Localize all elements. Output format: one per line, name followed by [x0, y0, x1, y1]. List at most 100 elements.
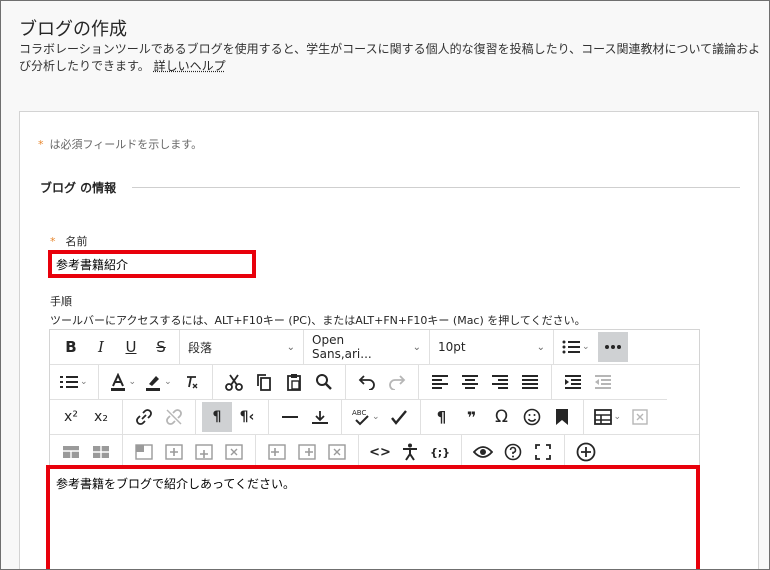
rtl-direction-button[interactable]: ¶‹ [232, 402, 262, 432]
paragraph-format-dropdown[interactable]: 段落 ⌄ [180, 330, 304, 364]
spellcheck-button[interactable]: ABC ⌄ [348, 402, 384, 432]
column-insert-after-icon [298, 444, 316, 460]
more-options-button[interactable] [597, 332, 628, 362]
paragraph-mark-button[interactable]: ¶ [427, 402, 457, 432]
outdent-button[interactable] [588, 367, 618, 397]
page-title: ブログの作成 [19, 19, 127, 40]
find-button[interactable] [309, 367, 339, 397]
ltr-direction-button[interactable]: ¶ [202, 402, 232, 432]
table-cell-icon [93, 446, 109, 458]
redo-icon [388, 375, 405, 390]
insert-column-before-button[interactable] [262, 437, 292, 467]
italic-button[interactable]: I [86, 332, 116, 362]
horizontal-line-button[interactable] [275, 402, 305, 432]
font-family-dropdown[interactable]: Open Sans,ari... ⌄ [304, 330, 430, 364]
bookmark-button[interactable] [547, 402, 577, 432]
remove-link-button[interactable] [159, 402, 189, 432]
chevron-down-icon: ⌄ [412, 341, 421, 353]
chevron-down-icon: ⌄ [536, 341, 545, 353]
script-group: x² x₂ [50, 400, 123, 434]
clear-formatting-button[interactable] [176, 367, 206, 397]
name-input[interactable] [48, 250, 256, 278]
horizontal-rule-icon [282, 416, 298, 418]
table-properties-button[interactable] [56, 437, 86, 467]
insert-line-group [269, 400, 342, 434]
bullet-list-button[interactable]: ⌄ [558, 332, 594, 362]
highlight-color-button[interactable]: ⌄ [140, 367, 176, 397]
redo-button[interactable] [382, 367, 412, 397]
accessibility-button[interactable] [395, 437, 425, 467]
page-description: コラボレーションツールであるブログを使用すると、学生がコースに関する個人的な復習… [19, 41, 761, 75]
help-button[interactable] [498, 437, 528, 467]
undo-button[interactable] [352, 367, 382, 397]
insert-anchor-button[interactable] [305, 402, 335, 432]
justify-button[interactable] [515, 367, 545, 397]
required-note: * は必須フィールドを示します。 [38, 136, 202, 152]
align-left-button[interactable] [425, 367, 455, 397]
numbered-list-icon [60, 376, 78, 388]
help-link[interactable]: 詳しいヘルプ [154, 59, 226, 73]
table-cell-props-button[interactable] [86, 437, 116, 467]
column-insert-before-icon [268, 444, 286, 460]
required-note-text: は必須フィールドを示します。 [49, 138, 203, 151]
text-color-button[interactable]: ⌄ [105, 367, 141, 397]
table-group: ⌄ [584, 400, 662, 434]
delete-column-button[interactable] [322, 437, 352, 467]
fullscreen-button[interactable] [528, 437, 558, 467]
page-description-text: コラボレーションツールであるブログを使用すると、学生がコースに関する個人的な復習… [19, 42, 761, 73]
superscript-button[interactable]: x² [56, 402, 86, 432]
special-character-button[interactable]: Ω [487, 402, 517, 432]
paragraph-mark-icon: ¶ [436, 408, 447, 426]
chevron-down-icon: ⌄ [372, 412, 380, 422]
special-chars-group: ¶ ❞ Ω [421, 400, 584, 434]
numbered-list-button[interactable]: ⌄ [56, 367, 92, 397]
insert-table-button[interactable]: ⌄ [590, 402, 626, 432]
check-accessibility-button[interactable] [384, 402, 414, 432]
font-size-dropdown[interactable]: 10pt ⌄ [430, 330, 554, 364]
unlink-icon [166, 409, 182, 425]
chevron-down-icon: ⌄ [128, 377, 137, 387]
emoji-button[interactable] [517, 402, 547, 432]
clear-format-icon [186, 376, 198, 389]
quote-icon: ❞ [466, 407, 477, 427]
cut-button[interactable] [219, 367, 249, 397]
indent-button[interactable] [558, 367, 588, 397]
font-size-value: 10pt [438, 340, 466, 354]
editor-toolbar: B I U S 段落 ⌄ Open Sans,ari... ⌄ 10pt ⌄ ⌄… [49, 329, 700, 470]
insert-link-button[interactable] [129, 402, 159, 432]
preview-button[interactable] [468, 437, 498, 467]
align-right-button[interactable] [485, 367, 515, 397]
insert-column-after-button[interactable] [292, 437, 322, 467]
underline-button[interactable]: U [116, 332, 146, 362]
chevron-down-icon: ⌄ [286, 341, 295, 353]
align-center-button[interactable] [455, 367, 485, 397]
pilcrow-rtl-icon: ¶‹ [239, 409, 255, 425]
scissors-icon [224, 374, 243, 391]
blog-create-page: ブログの作成 コラボレーションツールであるブログを使用すると、学生がコースに関す… [0, 0, 770, 570]
highlighter-icon [146, 376, 161, 391]
strikethrough-button[interactable]: S [146, 332, 176, 362]
delete-row-button[interactable] [219, 437, 249, 467]
delete-table-button[interactable] [625, 402, 655, 432]
insert-row-before-button[interactable] [159, 437, 189, 467]
column-ops-group [256, 435, 359, 469]
subscript-button[interactable]: x₂ [86, 402, 116, 432]
align-right-icon [491, 375, 508, 389]
section-divider [132, 187, 740, 188]
code-view-button[interactable]: <> [365, 437, 395, 467]
source-code-button[interactable]: {;} [425, 437, 455, 467]
row-properties-button[interactable] [129, 437, 159, 467]
insert-row-after-button[interactable] [189, 437, 219, 467]
omega-icon: Ω [495, 407, 509, 427]
text-style-group: B I U S [50, 330, 180, 364]
add-content-button[interactable] [571, 437, 601, 467]
copy-button[interactable] [249, 367, 279, 397]
paste-button[interactable] [279, 367, 309, 397]
undo-icon [358, 375, 375, 390]
blockquote-button[interactable]: ❞ [457, 402, 487, 432]
instructions-editor[interactable]: 参考書籍をブログで紹介しあってください。 [46, 465, 700, 569]
color-group: ⌄ ⌄ [99, 365, 213, 399]
bold-button[interactable]: B [56, 332, 86, 362]
code-group: <> {;} [359, 435, 462, 469]
row-insert-after-icon [195, 444, 213, 460]
